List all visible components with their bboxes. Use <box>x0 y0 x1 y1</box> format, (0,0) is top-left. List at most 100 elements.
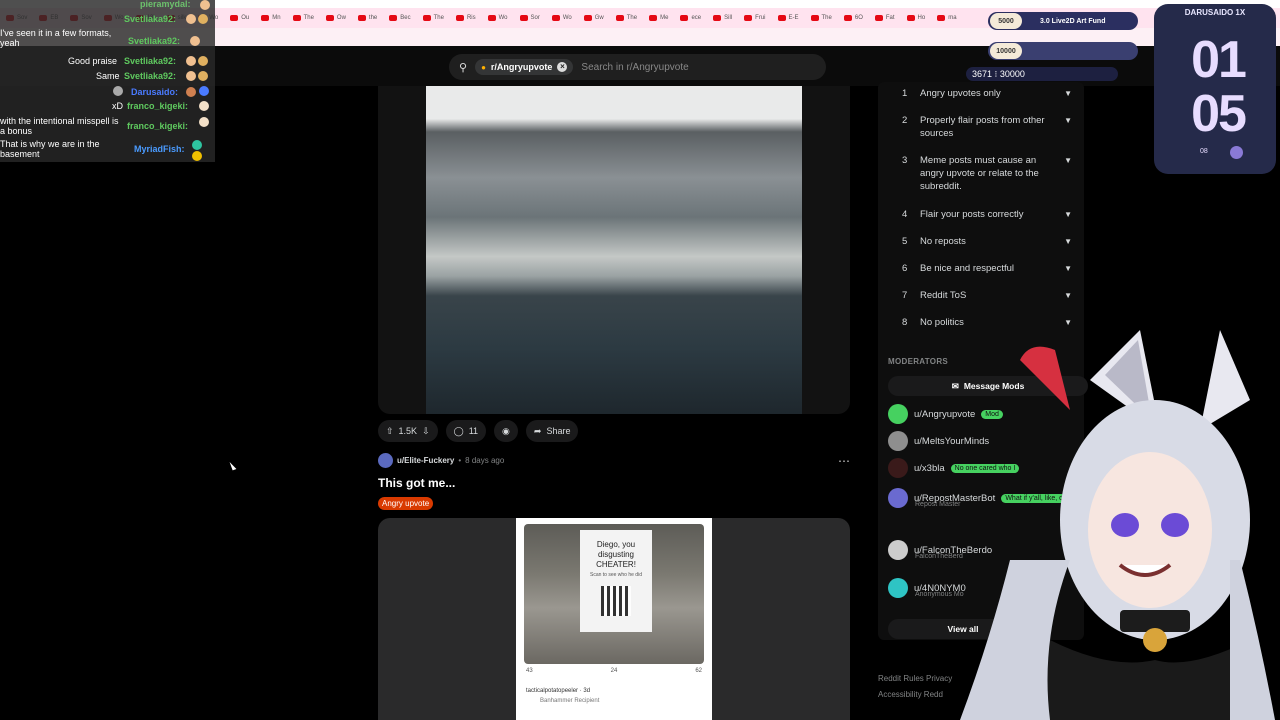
clock-seconds: 08 <box>1200 148 1208 155</box>
rule-item[interactable]: 2 Properly flair posts from other sources… <box>902 114 1072 140</box>
bookmark-label: Ow <box>336 15 346 21</box>
chat-message: That is why we are in the basement <box>0 139 100 159</box>
rule-item[interactable]: 4 Flair your posts correctly ▼ <box>902 208 1072 221</box>
community-chip[interactable]: ● r/Angryupvote × <box>475 59 574 75</box>
bookmark-label: Fat <box>885 15 895 21</box>
bookmark-item[interactable]: The <box>287 15 320 21</box>
goal-badge: 5000 <box>990 13 1022 29</box>
bookmark-item[interactable]: Sor <box>514 15 546 21</box>
upvote-icon[interactable]: ⇧ <box>386 426 394 437</box>
card-comment-user: tacticalpotatopeeler · 3d <box>526 688 591 694</box>
post-author[interactable]: u/Elite-Fuckery <box>397 456 454 465</box>
post-meta: u/Elite-Fuckery • 8 days ago <box>378 453 504 468</box>
bookmark-item[interactable]: Mn <box>255 15 286 21</box>
avatar[interactable] <box>378 453 393 468</box>
bookmark-item[interactable]: Gw <box>578 15 610 21</box>
chat-badge-icon <box>198 56 208 66</box>
bookmark-item[interactable]: Ho <box>901 15 932 21</box>
bookmark-item[interactable]: ma <box>931 15 962 21</box>
chat-username: Svetliaka92: <box>124 71 177 81</box>
rule-item[interactable]: 3 Meme posts must cause an angry upvote o… <box>902 154 1072 193</box>
chevron-down-icon[interactable]: ▼ <box>1064 154 1072 167</box>
clock-hours: 01 <box>1191 31 1247 89</box>
bookmark-item[interactable]: Sill <box>707 15 738 21</box>
post-media[interactable]: Diego, you disgusting CHEATER! Scan to s… <box>378 518 850 720</box>
rule-text: Angry upvotes only <box>920 88 1001 99</box>
bookmark-item[interactable]: ece <box>674 15 707 21</box>
vote-button[interactable]: ⇧ 1.5K ⇩ <box>378 420 438 442</box>
avatar <box>888 431 908 451</box>
downvote-icon[interactable]: ⇩ <box>422 426 430 437</box>
rule-item[interactable]: 6 Be nice and respectful ▼ <box>902 262 1072 275</box>
bookmark-item[interactable]: the <box>352 15 383 21</box>
bookmark-item[interactable]: E-E <box>772 15 805 21</box>
youtube-icon <box>906 15 915 21</box>
award-button[interactable]: ◉ <box>494 420 518 442</box>
avatar <box>113 86 123 96</box>
bookmark-label: The <box>821 15 832 21</box>
chevron-down-icon[interactable]: ▼ <box>1064 262 1072 275</box>
rule-item[interactable]: 5 No reposts ▼ <box>902 235 1072 248</box>
share-icon: ➦ <box>533 425 542 436</box>
chat-badge-icon <box>199 101 209 111</box>
rule-number: 1 <box>902 88 908 99</box>
bookmark-label: Bec <box>400 15 411 21</box>
youtube-icon <box>777 15 786 21</box>
avatar <box>888 540 908 560</box>
bookmark-item[interactable]: Ow <box>320 15 352 21</box>
youtube-icon <box>744 15 753 21</box>
chat-badge-icon <box>199 117 209 127</box>
bookmark-item[interactable]: The <box>417 15 450 21</box>
youtube-icon <box>455 15 464 21</box>
post-media[interactable] <box>378 86 850 414</box>
bookmark-item[interactable]: Wo <box>546 15 578 21</box>
chevron-down-icon[interactable]: ▼ <box>1064 114 1072 127</box>
search-input[interactable]: Search in r/Angryupvote <box>581 62 688 73</box>
more-options-icon[interactable]: ⋯ <box>838 454 850 468</box>
bookmark-item[interactable]: 6O <box>838 15 869 21</box>
bookmark-item[interactable]: The <box>805 15 838 21</box>
goal-badge: 10000 <box>990 43 1022 59</box>
chat-message: Same <box>96 71 120 81</box>
bookmark-item[interactable]: Fat <box>869 15 901 21</box>
youtube-icon <box>843 15 852 21</box>
bookmark-label: Frui <box>755 15 766 21</box>
bookmark-label: Ou <box>241 15 250 21</box>
screenshot-card: Diego, you disgusting CHEATER! Scan to s… <box>516 518 712 720</box>
chevron-down-icon[interactable]: ▼ <box>1064 87 1072 100</box>
bookmark-item[interactable]: Wo <box>482 15 514 21</box>
chat-username: Svetliaka92: <box>128 36 181 46</box>
bookmark-item[interactable]: The <box>610 15 643 21</box>
post-title[interactable]: This got me... <box>378 476 455 490</box>
share-button[interactable]: ➦ Share <box>525 420 579 442</box>
rule-item[interactable]: 1 Angry upvotes only ▼ <box>902 87 1072 100</box>
rule-item[interactable]: 7 Reddit ToS ▼ <box>902 289 1072 302</box>
chevron-down-icon[interactable]: ▼ <box>1064 208 1072 221</box>
rule-number: 7 <box>902 290 908 301</box>
mouse-cursor <box>229 460 237 471</box>
search-bar[interactable]: ⚲ ● r/Angryupvote × Search in r/Angryupv… <box>449 54 826 80</box>
clock-minutes: 05 <box>1191 85 1247 143</box>
bookmark-item[interactable]: Frui <box>738 15 771 21</box>
bookmark-label: The <box>433 15 444 21</box>
comments-button[interactable]: ◯ 11 <box>445 420 487 442</box>
clear-community-icon[interactable]: × <box>557 62 568 72</box>
bookmark-item[interactable]: Ris <box>450 15 482 21</box>
chat-badge-icon <box>192 140 202 150</box>
bookmark-item[interactable]: Me <box>643 15 674 21</box>
chevron-down-icon[interactable]: ▼ <box>1064 235 1072 248</box>
rule-text: Flair your posts correctly <box>920 209 1024 220</box>
goal-bar: 5000 3.0 Live2D Art Fund <box>988 12 1138 30</box>
clock-title: DARUSAIDO 1X <box>1184 8 1246 17</box>
bookmark-item[interactable]: Ou <box>224 15 255 21</box>
rule-number: 3 <box>902 155 908 166</box>
chat-badge-icon <box>200 0 210 10</box>
avatar <box>888 488 908 508</box>
chevron-down-icon[interactable]: ▼ <box>1064 289 1072 302</box>
bookmark-item[interactable]: Bec <box>383 15 416 21</box>
qr-code-icon <box>601 586 631 616</box>
youtube-icon <box>389 15 398 21</box>
post-flair[interactable]: Angry upvote <box>378 497 434 510</box>
goal-title: 3.0 Live2D Art Fund <box>1040 17 1106 25</box>
share-label: Share <box>546 426 571 436</box>
